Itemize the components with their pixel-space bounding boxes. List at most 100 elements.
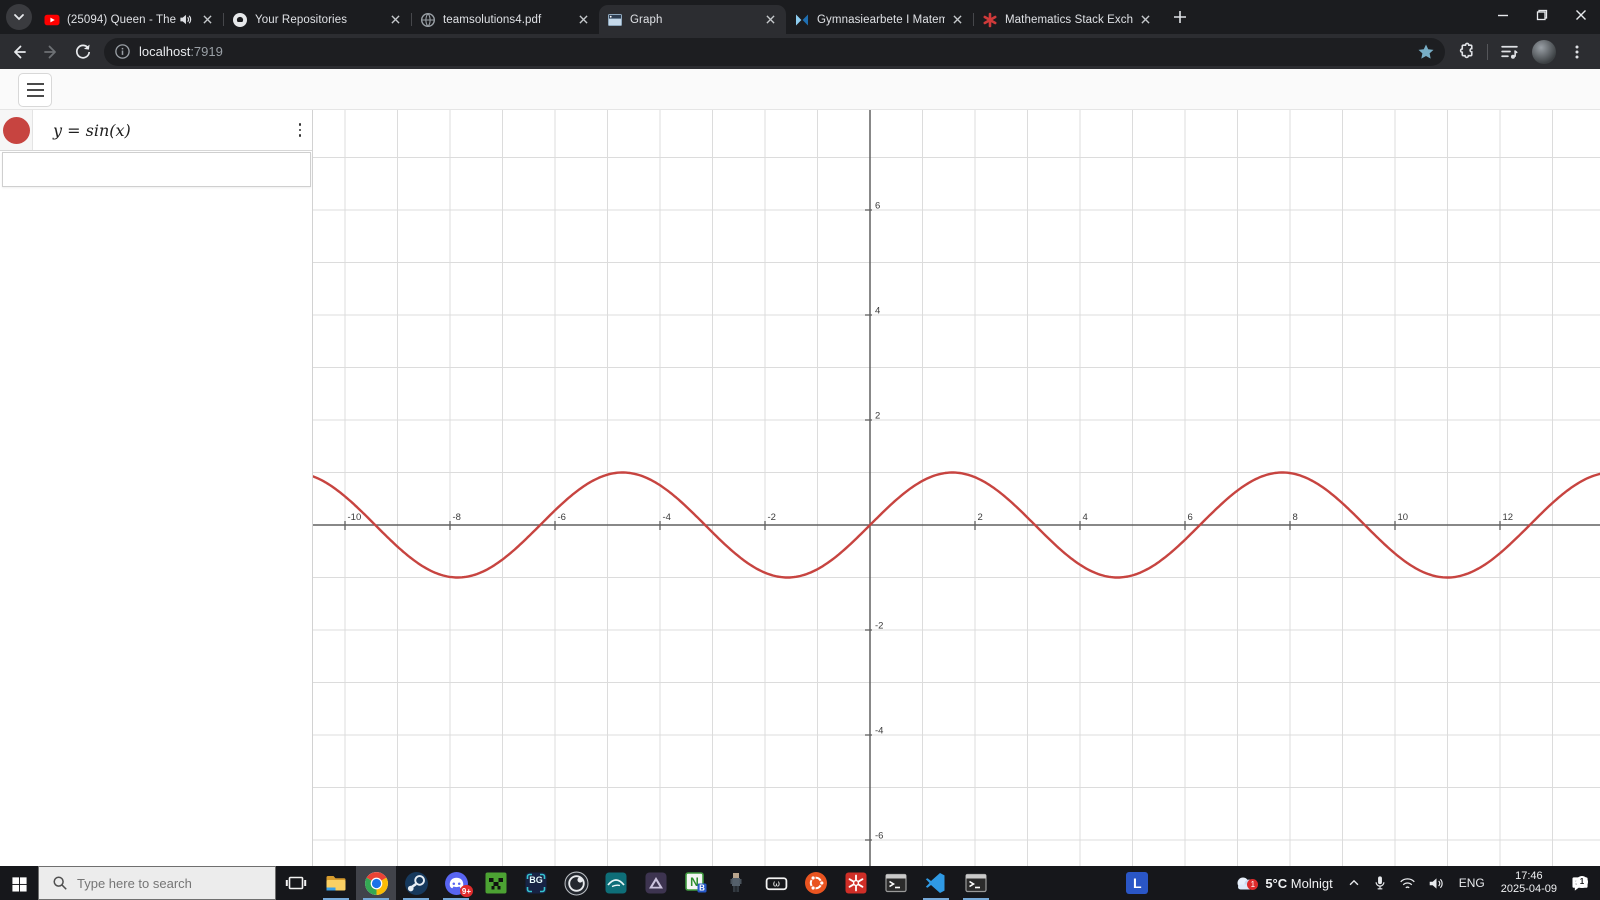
action-center-icon[interactable]: 1 [1565,866,1600,900]
start-button[interactable] [0,866,38,900]
tab-title: Your Repositories [255,13,348,26]
window-restore-button[interactable] [1522,0,1561,30]
taskbar-clock[interactable]: 17:46 2025-04-09 [1493,870,1565,896]
svg-text:-4: -4 [663,512,671,523]
stackexchange-icon [982,12,998,28]
matteboken-icon [794,12,810,28]
taskbar-disney-plus-icon[interactable] [596,866,636,900]
youtube-icon [44,12,60,28]
tab-close-icon[interactable] [762,12,778,28]
volume-icon[interactable] [1422,866,1451,900]
clock-time: 17:46 [1515,870,1543,882]
reload-icon[interactable] [70,39,96,65]
browser-address-bar: localhost:7919 [0,34,1600,69]
tab-audio-icon[interactable] [179,13,193,27]
taskbar-terminal-icon[interactable] [876,866,916,900]
taskbar-search-box[interactable] [38,866,276,900]
svg-text:B: B [699,884,705,893]
taskbar-chrome-icon[interactable] [356,866,396,900]
system-tray: L 1 5°C Molnigt ENG 17:46 2025-04-09 1 [1126,866,1600,900]
svg-text:6: 6 [1188,512,1193,523]
expression-body[interactable]: y = sin(x) [33,110,312,150]
tab-title: Mathematics Stack Exchange [1005,13,1133,26]
expression-color-dot[interactable] [2,116,30,144]
search-icon [53,876,67,890]
graph-canvas[interactable]: -10 -8 -6 -4 -2 2 4 6 8 10 12 6 4 2 -2 -4 -6 [313,110,1600,866]
window-minimize-button[interactable] [1483,0,1522,30]
extensions-icon[interactable] [1453,39,1479,65]
tab-search-chevron-icon[interactable] [6,4,32,30]
network-icon[interactable] [1393,866,1422,900]
tab-close-icon[interactable] [1137,12,1153,28]
taskbar-minecraft-icon[interactable] [476,866,516,900]
svg-text:-6: -6 [558,512,566,523]
microphone-icon[interactable] [1367,866,1393,900]
github-icon [232,12,248,28]
svg-text:12: 12 [1503,512,1514,523]
expression-equation[interactable]: y = sin(x) [53,121,131,140]
taskbar-search-input[interactable] [77,875,257,891]
url-bar[interactable]: localhost:7919 [104,37,1445,66]
svg-text:-6: -6 [875,831,883,842]
tab-25094-queen-the-march[interactable]: (25094) Queen - The March [36,5,223,34]
site-info-icon[interactable] [114,43,131,60]
expression-row[interactable]: y = sin(x) [0,110,312,151]
weather-widget[interactable]: 1 5°C Molnigt [1226,866,1340,900]
globe-icon [420,12,436,28]
hamburger-menu-icon[interactable] [18,73,52,107]
tab-your-repositories[interactable]: Your Repositories [224,5,411,34]
app-toolbar [0,69,1600,110]
taskbar-terminal2-icon[interactable] [956,866,996,900]
tray-pinned-app-l[interactable]: L [1126,872,1149,894]
taskbar-red-knot-app-icon[interactable] [836,866,876,900]
taskbar-pixel-character-icon[interactable] [716,866,756,900]
taskbar-obs-studio-icon[interactable] [556,866,596,900]
profile-avatar[interactable] [1532,39,1556,64]
back-icon[interactable] [6,39,32,65]
media-controls-icon[interactable] [1496,39,1522,65]
input-language-indicator[interactable]: ENG [1451,876,1493,890]
notification-count-badge: 9+ [459,885,473,897]
browser-menu-kebab-icon[interactable] [1564,39,1590,65]
taskbar-file-explorer-icon[interactable] [316,866,356,900]
tab-close-icon[interactable] [199,12,215,28]
expression-gutter [0,110,33,150]
tab-close-icon[interactable] [387,12,403,28]
tab-close-icon[interactable] [949,12,965,28]
bookmark-star-icon[interactable] [1417,43,1435,61]
window-close-button[interactable] [1561,0,1600,30]
browser-tab-strip: (25094) Queen - The March Your Repositori… [0,0,1600,34]
taskbar-ubuntu-icon[interactable] [796,866,836,900]
new-tab-button[interactable] [1167,4,1193,30]
taskbar-keyboard-app-icon[interactable]: ω [756,866,796,900]
url-port: :7919 [190,44,223,59]
tab-gymnasiearbete-i-matematik-m[interactable]: Gymnasiearbete I Matematik (M [786,5,973,34]
taskbar-steam-icon[interactable] [396,866,436,900]
new-expression-row[interactable] [2,152,311,187]
tabs-container: (25094) Queen - The March Your Repositori… [36,0,1161,34]
weather-desc: Molnigt [1290,875,1333,891]
tab-graph[interactable]: Graph [599,5,786,34]
svg-text:-2: -2 [875,621,883,632]
taskbar-notepad-app-icon[interactable]: NB [676,866,716,900]
taskbar-apps: 9+ BG N B ω [276,866,996,900]
svg-text:4: 4 [1083,512,1088,523]
forward-icon[interactable] [38,39,64,65]
tab-teamsolutions4-pdf[interactable]: teamsolutions4.pdf [412,5,599,34]
taskbar-vscode-icon[interactable] [916,866,956,900]
taskbar-discord-icon[interactable]: 9+ [436,866,476,900]
window-controls [1483,0,1600,34]
svg-text:2: 2 [875,411,880,422]
bg-app-label: BG [529,875,543,885]
tray-chevron-up-icon[interactable] [1341,866,1367,900]
taskbar-bg-app-icon[interactable]: BG [516,866,556,900]
expression-kebab-icon[interactable] [296,123,304,137]
tab-close-icon[interactable] [575,12,591,28]
taskbar-task-view-icon[interactable] [276,866,316,900]
tab-mathematics-stack-exchange[interactable]: Mathematics Stack Exchange [974,5,1161,34]
svg-text:2: 2 [978,512,983,523]
app-window-icon [607,12,623,28]
taskbar-triangle-app-icon[interactable] [636,866,676,900]
svg-text:8: 8 [1293,512,1298,523]
notification-badge: 1 [1576,875,1588,888]
